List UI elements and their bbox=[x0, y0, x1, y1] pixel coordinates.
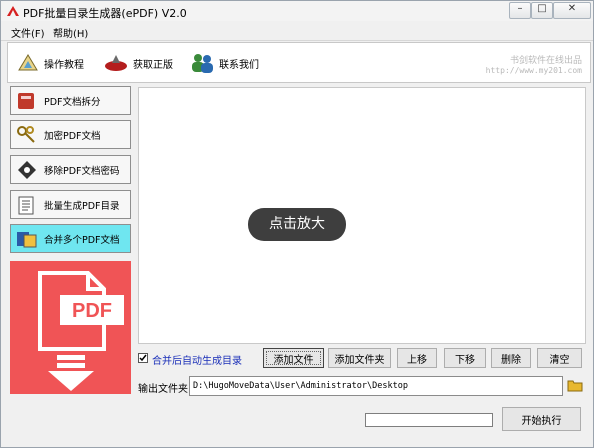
close-button[interactable]: ✕ bbox=[553, 2, 591, 19]
toolbar: 操作教程 获取正版 联系我们 书剑软件在线出品 http://www.my201… bbox=[7, 42, 591, 83]
auto-toc-label[interactable]: 合并后自动生成目录 bbox=[152, 352, 242, 367]
menu-help[interactable]: 帮助(H) bbox=[53, 25, 88, 40]
merge-documents-icon bbox=[17, 231, 37, 247]
app-window: PDF批量目录生成器(ePDF) V2.0 – □ ✕ 文件(F) 帮助(H) … bbox=[0, 0, 594, 448]
sidebar-item-label: 加密PDF文档 bbox=[44, 130, 101, 142]
checkmark-icon bbox=[139, 354, 147, 362]
unlock-diamond-icon bbox=[18, 160, 36, 179]
app-logo-icon bbox=[7, 6, 19, 16]
menu-bar: 文件(F) 帮助(H) bbox=[1, 22, 593, 41]
sidebar-item-label: 批量生成PDF目录 bbox=[44, 200, 120, 212]
sidebar-item-label: 移除PDF文档密码 bbox=[44, 165, 120, 177]
zoom-hint-overlay[interactable]: 点击放大 bbox=[248, 208, 346, 241]
contact-button[interactable]: 联系我们 bbox=[189, 51, 259, 75]
sidebar-item-merge[interactable]: 合并多个PDF文档 bbox=[10, 224, 131, 253]
progress-bar bbox=[365, 413, 493, 427]
sidebar-item-encrypt[interactable]: 加密PDF文档 bbox=[10, 120, 131, 149]
add-folder-button[interactable]: 添加文件夹 bbox=[328, 348, 391, 368]
pdf-download-icon: PDF bbox=[38, 271, 124, 391]
output-folder-input[interactable]: D:\HugoMoveData\User\Administrator\Deskt… bbox=[189, 376, 563, 396]
file-list-area[interactable] bbox=[138, 87, 586, 344]
contact-label: 联系我们 bbox=[219, 59, 259, 71]
maximize-button[interactable]: □ bbox=[531, 2, 553, 19]
sidebar-item-remove-password[interactable]: 移除PDF文档密码 bbox=[10, 155, 131, 184]
close-icon: ✕ bbox=[567, 3, 577, 14]
folder-browse-icon[interactable] bbox=[567, 378, 583, 392]
output-folder-label: 输出文件夹 bbox=[138, 384, 188, 395]
move-up-button[interactable]: 上移 bbox=[397, 348, 437, 368]
add-file-button[interactable]: 添加文件 bbox=[263, 348, 324, 368]
move-down-button[interactable]: 下移 bbox=[444, 348, 486, 368]
get-genuine-label: 获取正版 bbox=[133, 59, 173, 71]
sidebar-item-split[interactable]: PDF文档拆分 bbox=[10, 86, 131, 115]
keys-icon bbox=[17, 125, 35, 143]
get-genuine-icon bbox=[105, 55, 127, 71]
watermark-url: http://www.my201.com bbox=[485, 66, 582, 75]
sidebar-item-batch-toc[interactable]: 批量生成PDF目录 bbox=[10, 190, 131, 219]
book-icon bbox=[18, 92, 34, 109]
minimize-button[interactable]: – bbox=[509, 2, 531, 19]
tutorial-icon bbox=[18, 54, 38, 71]
pdf-banner: PDF bbox=[10, 261, 131, 394]
tutorial-button[interactable]: 操作教程 bbox=[16, 51, 84, 75]
get-genuine-button[interactable]: 获取正版 bbox=[103, 51, 173, 75]
window-title: PDF批量目录生成器(ePDF) V2.0 bbox=[23, 7, 187, 20]
watermark-text: 书剑软件在线出品 bbox=[509, 56, 582, 66]
maximize-icon: □ bbox=[537, 3, 547, 14]
tutorial-label: 操作教程 bbox=[44, 59, 84, 71]
minimize-icon: – bbox=[517, 3, 523, 14]
auto-toc-checkbox[interactable] bbox=[138, 353, 148, 363]
document-list-icon bbox=[18, 196, 34, 214]
sidebar-item-label: 合并多个PDF文档 bbox=[44, 234, 120, 246]
menu-file[interactable]: 文件(F) bbox=[11, 25, 45, 40]
pdf-banner-label: PDF bbox=[72, 300, 112, 322]
start-button[interactable]: 开始执行 bbox=[502, 407, 581, 431]
delete-button[interactable]: 删除 bbox=[491, 348, 531, 368]
contact-users-icon bbox=[192, 54, 213, 73]
sidebar-item-label: PDF文档拆分 bbox=[44, 96, 101, 108]
title-bar: PDF批量目录生成器(ePDF) V2.0 – □ ✕ bbox=[1, 1, 593, 21]
clear-button[interactable]: 清空 bbox=[537, 348, 582, 368]
